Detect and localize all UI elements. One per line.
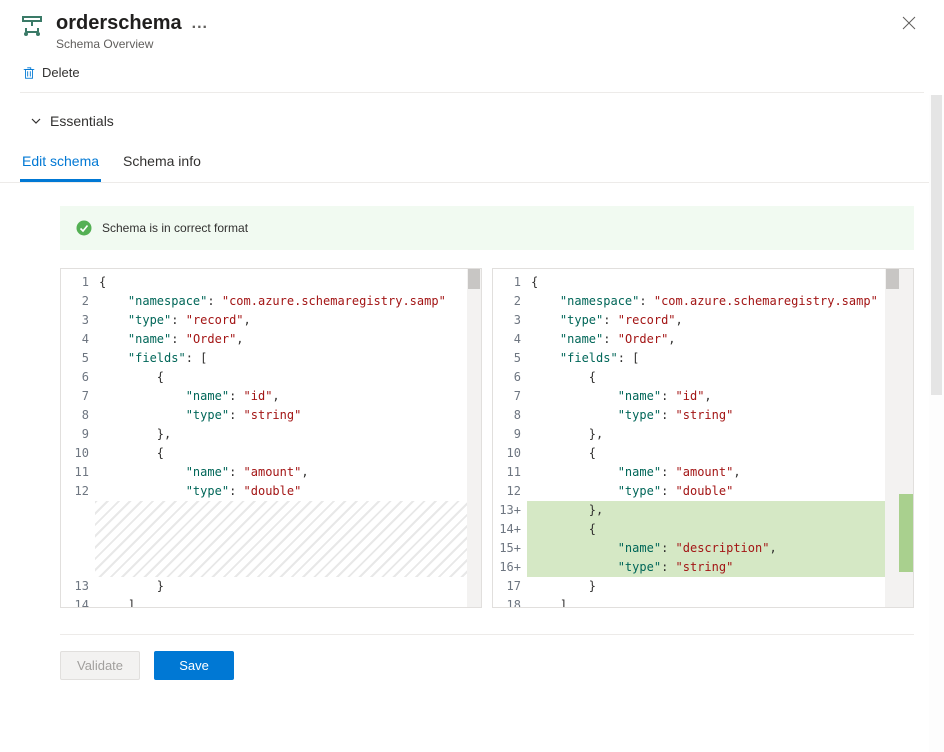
essentials-toggle[interactable]: Essentials [20,103,924,139]
trash-icon [22,66,36,80]
left-gutter: 123456789101112 1314 [61,269,95,607]
chevron-down-icon [30,115,42,127]
action-footer: Validate Save [60,634,914,680]
page-title: orderschema [56,12,182,35]
page-header: orderschema ... Schema Overview [0,0,944,59]
right-gutter: 12345678910111213+14+15+16+1718 [493,269,527,607]
delete-button[interactable]: Delete [20,61,82,84]
left-editor[interactable]: 123456789101112 1314 { "namespace": "com… [60,268,482,608]
page-subtitle: Schema Overview [56,37,882,51]
validate-button[interactable]: Validate [60,651,140,680]
command-bar: Delete [0,59,944,92]
validation-banner: Schema is in correct format [60,206,914,250]
page-scrollbar[interactable] [929,95,944,752]
more-menu-button[interactable]: ... [192,15,208,33]
check-circle-icon [76,220,92,236]
save-button[interactable]: Save [154,651,234,680]
diff-add-marker [899,494,913,572]
close-icon [902,16,916,30]
left-code[interactable]: { "namespace": "com.azure.schemaregistry… [95,269,481,607]
close-button[interactable] [894,12,924,39]
right-scrollbar[interactable] [885,269,913,607]
schema-icon [20,12,44,41]
right-editor[interactable]: 12345678910111213+14+15+16+1718 { "names… [492,268,914,608]
validation-message: Schema is in correct format [102,221,248,235]
content-area[interactable]: Schema is in correct format 123456789101… [0,176,944,752]
diff-viewer: 123456789101112 1314 { "namespace": "com… [60,268,914,608]
right-code[interactable]: { "namespace": "com.azure.schemaregistry… [527,269,913,607]
left-scrollbar[interactable] [467,269,481,607]
